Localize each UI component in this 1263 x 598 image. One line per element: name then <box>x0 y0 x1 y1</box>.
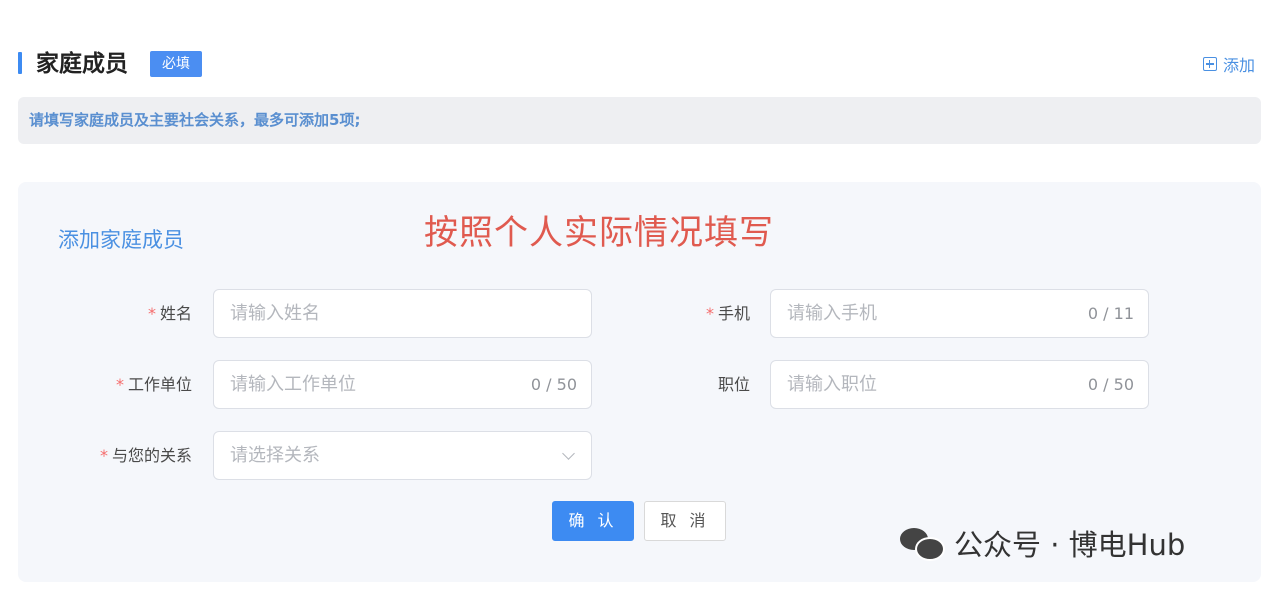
annotation-note: 按照个人实际情况填写 <box>424 213 774 253</box>
chevron-down-icon <box>562 446 575 460</box>
phone-field[interactable]: 0 / 11 <box>770 289 1149 338</box>
section-title: 家庭成员 <box>36 51 128 77</box>
add-label: 添加 <box>1222 56 1255 75</box>
work-unit-input[interactable] <box>228 373 523 396</box>
work-unit-label: * 工作单位 <box>115 375 192 394</box>
relation-select-input[interactable] <box>228 444 564 467</box>
work-unit-char-counter: 0 / 50 <box>530 375 577 394</box>
required-star: * <box>705 304 714 323</box>
phone-char-counter: 0 / 11 <box>1087 304 1134 323</box>
relation-select[interactable] <box>213 431 592 480</box>
watermark: 公众号 · 博电Hub <box>900 522 1185 564</box>
section-accent-bar <box>18 52 22 74</box>
add-square-icon <box>1202 57 1217 71</box>
cancel-button[interactable]: 取 消 <box>644 501 726 541</box>
work-unit-field[interactable]: 0 / 50 <box>213 360 592 409</box>
position-label: 职位 <box>717 375 750 394</box>
name-field[interactable] <box>213 289 592 338</box>
required-star: * <box>115 375 124 394</box>
add-member-link[interactable]: 添加 <box>1202 52 1255 76</box>
name-label: * 姓名 <box>147 304 192 323</box>
confirm-button[interactable]: 确 认 <box>552 501 634 541</box>
position-field[interactable]: 0 / 50 <box>770 360 1149 409</box>
watermark-text: 公众号 · 博电Hub <box>954 528 1186 562</box>
position-char-counter: 0 / 50 <box>1087 375 1134 394</box>
relation-label: * 与您的关系 <box>99 446 192 465</box>
required-star: * <box>99 446 108 465</box>
tip-banner: 请填写家庭成员及主要社会关系，最多可添加5项; <box>18 97 1261 144</box>
required-star: * <box>147 304 156 323</box>
wechat-icon <box>900 528 945 561</box>
name-input[interactable] <box>228 302 577 325</box>
phone-label: * 手机 <box>705 304 750 323</box>
card-title: 添加家庭成员 <box>58 228 184 252</box>
phone-input[interactable] <box>785 302 1080 325</box>
position-input[interactable] <box>785 373 1080 396</box>
required-badge: 必填 <box>150 51 202 77</box>
